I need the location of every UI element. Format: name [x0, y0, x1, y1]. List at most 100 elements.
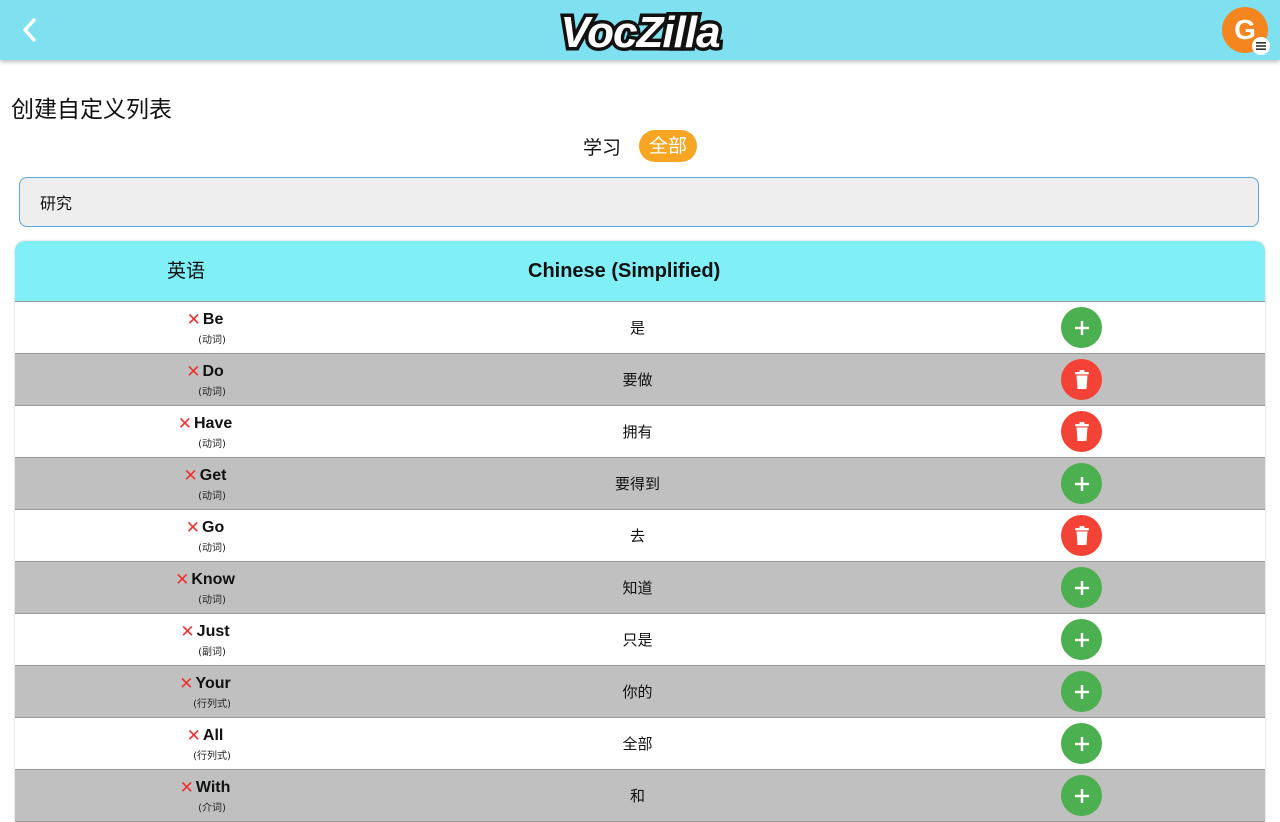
table-row: ✕ Have (动词) 拥有	[15, 406, 1265, 458]
add-word-button[interactable]	[1061, 307, 1102, 348]
part-of-speech: (动词)	[198, 542, 226, 554]
english-cell: ✕ Do (动词)	[15, 354, 395, 405]
close-x-icon[interactable]: ✕	[178, 414, 192, 434]
close-x-icon[interactable]: ✕	[184, 466, 198, 486]
word-line: ✕ Your	[179, 674, 231, 694]
table-row: ✕ Be (动词) 是	[15, 302, 1265, 354]
english-cell: ✕ All (行列式)	[15, 718, 395, 769]
add-word-button[interactable]	[1061, 619, 1102, 660]
english-word: Your	[195, 674, 231, 692]
trash-icon	[1074, 369, 1089, 389]
translation-cell: 知道	[622, 579, 653, 597]
english-word: Do	[202, 362, 224, 380]
all-filter-pill[interactable]: 全部	[639, 130, 698, 162]
chevron-left-icon	[23, 18, 36, 42]
english-word: Go	[202, 518, 225, 536]
plus-icon	[1074, 632, 1089, 647]
close-x-icon[interactable]: ✕	[186, 518, 200, 538]
part-of-speech: (介词)	[198, 802, 226, 814]
search-input[interactable]	[19, 177, 1259, 227]
translation-cell: 要得到	[614, 475, 660, 493]
hamburger-menu-icon	[1252, 37, 1270, 55]
word-line: ✕ With	[180, 778, 231, 798]
delete-word-button[interactable]	[1061, 515, 1102, 556]
english-cell: ✕ Be (动词)	[15, 302, 395, 353]
close-x-icon[interactable]: ✕	[186, 362, 200, 382]
part-of-speech: (动词)	[198, 490, 226, 502]
word-line: ✕ Know	[175, 570, 235, 590]
english-word: Be	[202, 310, 224, 328]
part-of-speech: (行列式)	[193, 698, 231, 710]
table-row: ✕ Go (动词) 去	[15, 510, 1265, 562]
english-cell: ✕ Go (动词)	[15, 510, 395, 561]
close-x-icon[interactable]: ✕	[175, 570, 189, 590]
delete-word-button[interactable]	[1061, 359, 1102, 400]
plus-icon	[1074, 736, 1089, 751]
word-line: ✕ Be	[187, 310, 224, 330]
close-x-icon[interactable]: ✕	[180, 778, 194, 798]
study-filter-label[interactable]: 学习	[583, 133, 621, 160]
translation-cell: 只是	[622, 631, 653, 649]
word-line: ✕ Get	[184, 466, 227, 486]
add-word-button[interactable]	[1061, 671, 1102, 712]
english-word: Get	[199, 466, 227, 484]
part-of-speech: (动词)	[198, 334, 226, 346]
english-cell: ✕ Get (动词)	[15, 458, 395, 509]
word-table: 英语 Chinese (Simplified) ✕ Be (动词) 是 ✕ Do (动词) 要…	[15, 241, 1265, 822]
table-row: ✕ Do (动词) 要做	[15, 354, 1265, 406]
add-word-button[interactable]	[1061, 723, 1102, 764]
part-of-speech: (动词)	[198, 438, 226, 450]
english-cell: ✕ Have (动词)	[15, 406, 395, 457]
back-button[interactable]	[14, 14, 46, 46]
close-x-icon[interactable]: ✕	[187, 726, 201, 746]
word-line: ✕ Have	[178, 414, 233, 434]
english-column-header: 英语	[167, 260, 206, 282]
table-row: ✕ Just (副词) 只是	[15, 614, 1265, 666]
english-word: Just	[196, 622, 230, 640]
translation-cell: 去	[629, 527, 645, 545]
delete-word-button[interactable]	[1061, 411, 1102, 452]
voczilla-logo[interactable]: VocZilla	[520, 2, 760, 59]
add-word-button[interactable]	[1061, 567, 1102, 608]
close-x-icon[interactable]: ✕	[180, 622, 194, 642]
filter-row: 学习 全部	[0, 130, 1280, 162]
plus-icon	[1074, 580, 1089, 595]
english-cell: ✕ Just (副词)	[15, 614, 395, 665]
plus-icon	[1074, 320, 1089, 335]
word-line: ✕ Go	[186, 518, 224, 538]
logo-text: VocZilla	[560, 8, 720, 57]
chinese-column-header: Chinese (Simplified)	[528, 260, 721, 282]
close-x-icon[interactable]: ✕	[179, 674, 193, 694]
word-line: ✕ Do	[186, 362, 224, 382]
translation-cell: 和	[629, 787, 645, 805]
add-word-button[interactable]	[1061, 463, 1102, 504]
table-row: ✕ Get (动词) 要得到	[15, 458, 1265, 510]
table-row: ✕ Your (行列式) 你的	[15, 666, 1265, 718]
english-cell: ✕ Know (动词)	[15, 562, 395, 613]
add-word-button[interactable]	[1061, 775, 1102, 816]
table-row: ✕ With (介词) 和	[15, 770, 1265, 822]
english-cell: ✕ With (介词)	[15, 770, 395, 821]
part-of-speech: (副词)	[198, 646, 226, 658]
table-row: ✕ All (行列式) 全部	[15, 718, 1265, 770]
part-of-speech: (动词)	[198, 386, 226, 398]
translation-cell: 是	[629, 319, 645, 337]
plus-icon	[1074, 476, 1089, 491]
part-of-speech: (动词)	[198, 594, 226, 606]
word-line: ✕ All	[187, 726, 224, 746]
close-x-icon[interactable]: ✕	[187, 310, 201, 330]
user-avatar[interactable]: G	[1222, 7, 1270, 55]
part-of-speech: (行列式)	[193, 750, 231, 762]
plus-icon	[1074, 684, 1089, 699]
trash-icon	[1074, 421, 1089, 441]
translation-cell: 全部	[622, 735, 653, 753]
translation-cell: 要做	[622, 371, 653, 389]
english-word: All	[202, 726, 224, 744]
english-word: Have	[194, 414, 233, 432]
english-word: Know	[191, 570, 235, 588]
table-body: ✕ Be (动词) 是 ✕ Do (动词) 要做 ✕ Have (动词) 拥有 ✕ Get (动词) 要得到 ✕…	[15, 302, 1265, 822]
english-cell: ✕ Your (行列式)	[15, 666, 395, 717]
trash-icon	[1074, 525, 1089, 545]
top-bar: VocZilla G	[0, 0, 1280, 60]
word-line: ✕ Just	[180, 622, 229, 642]
